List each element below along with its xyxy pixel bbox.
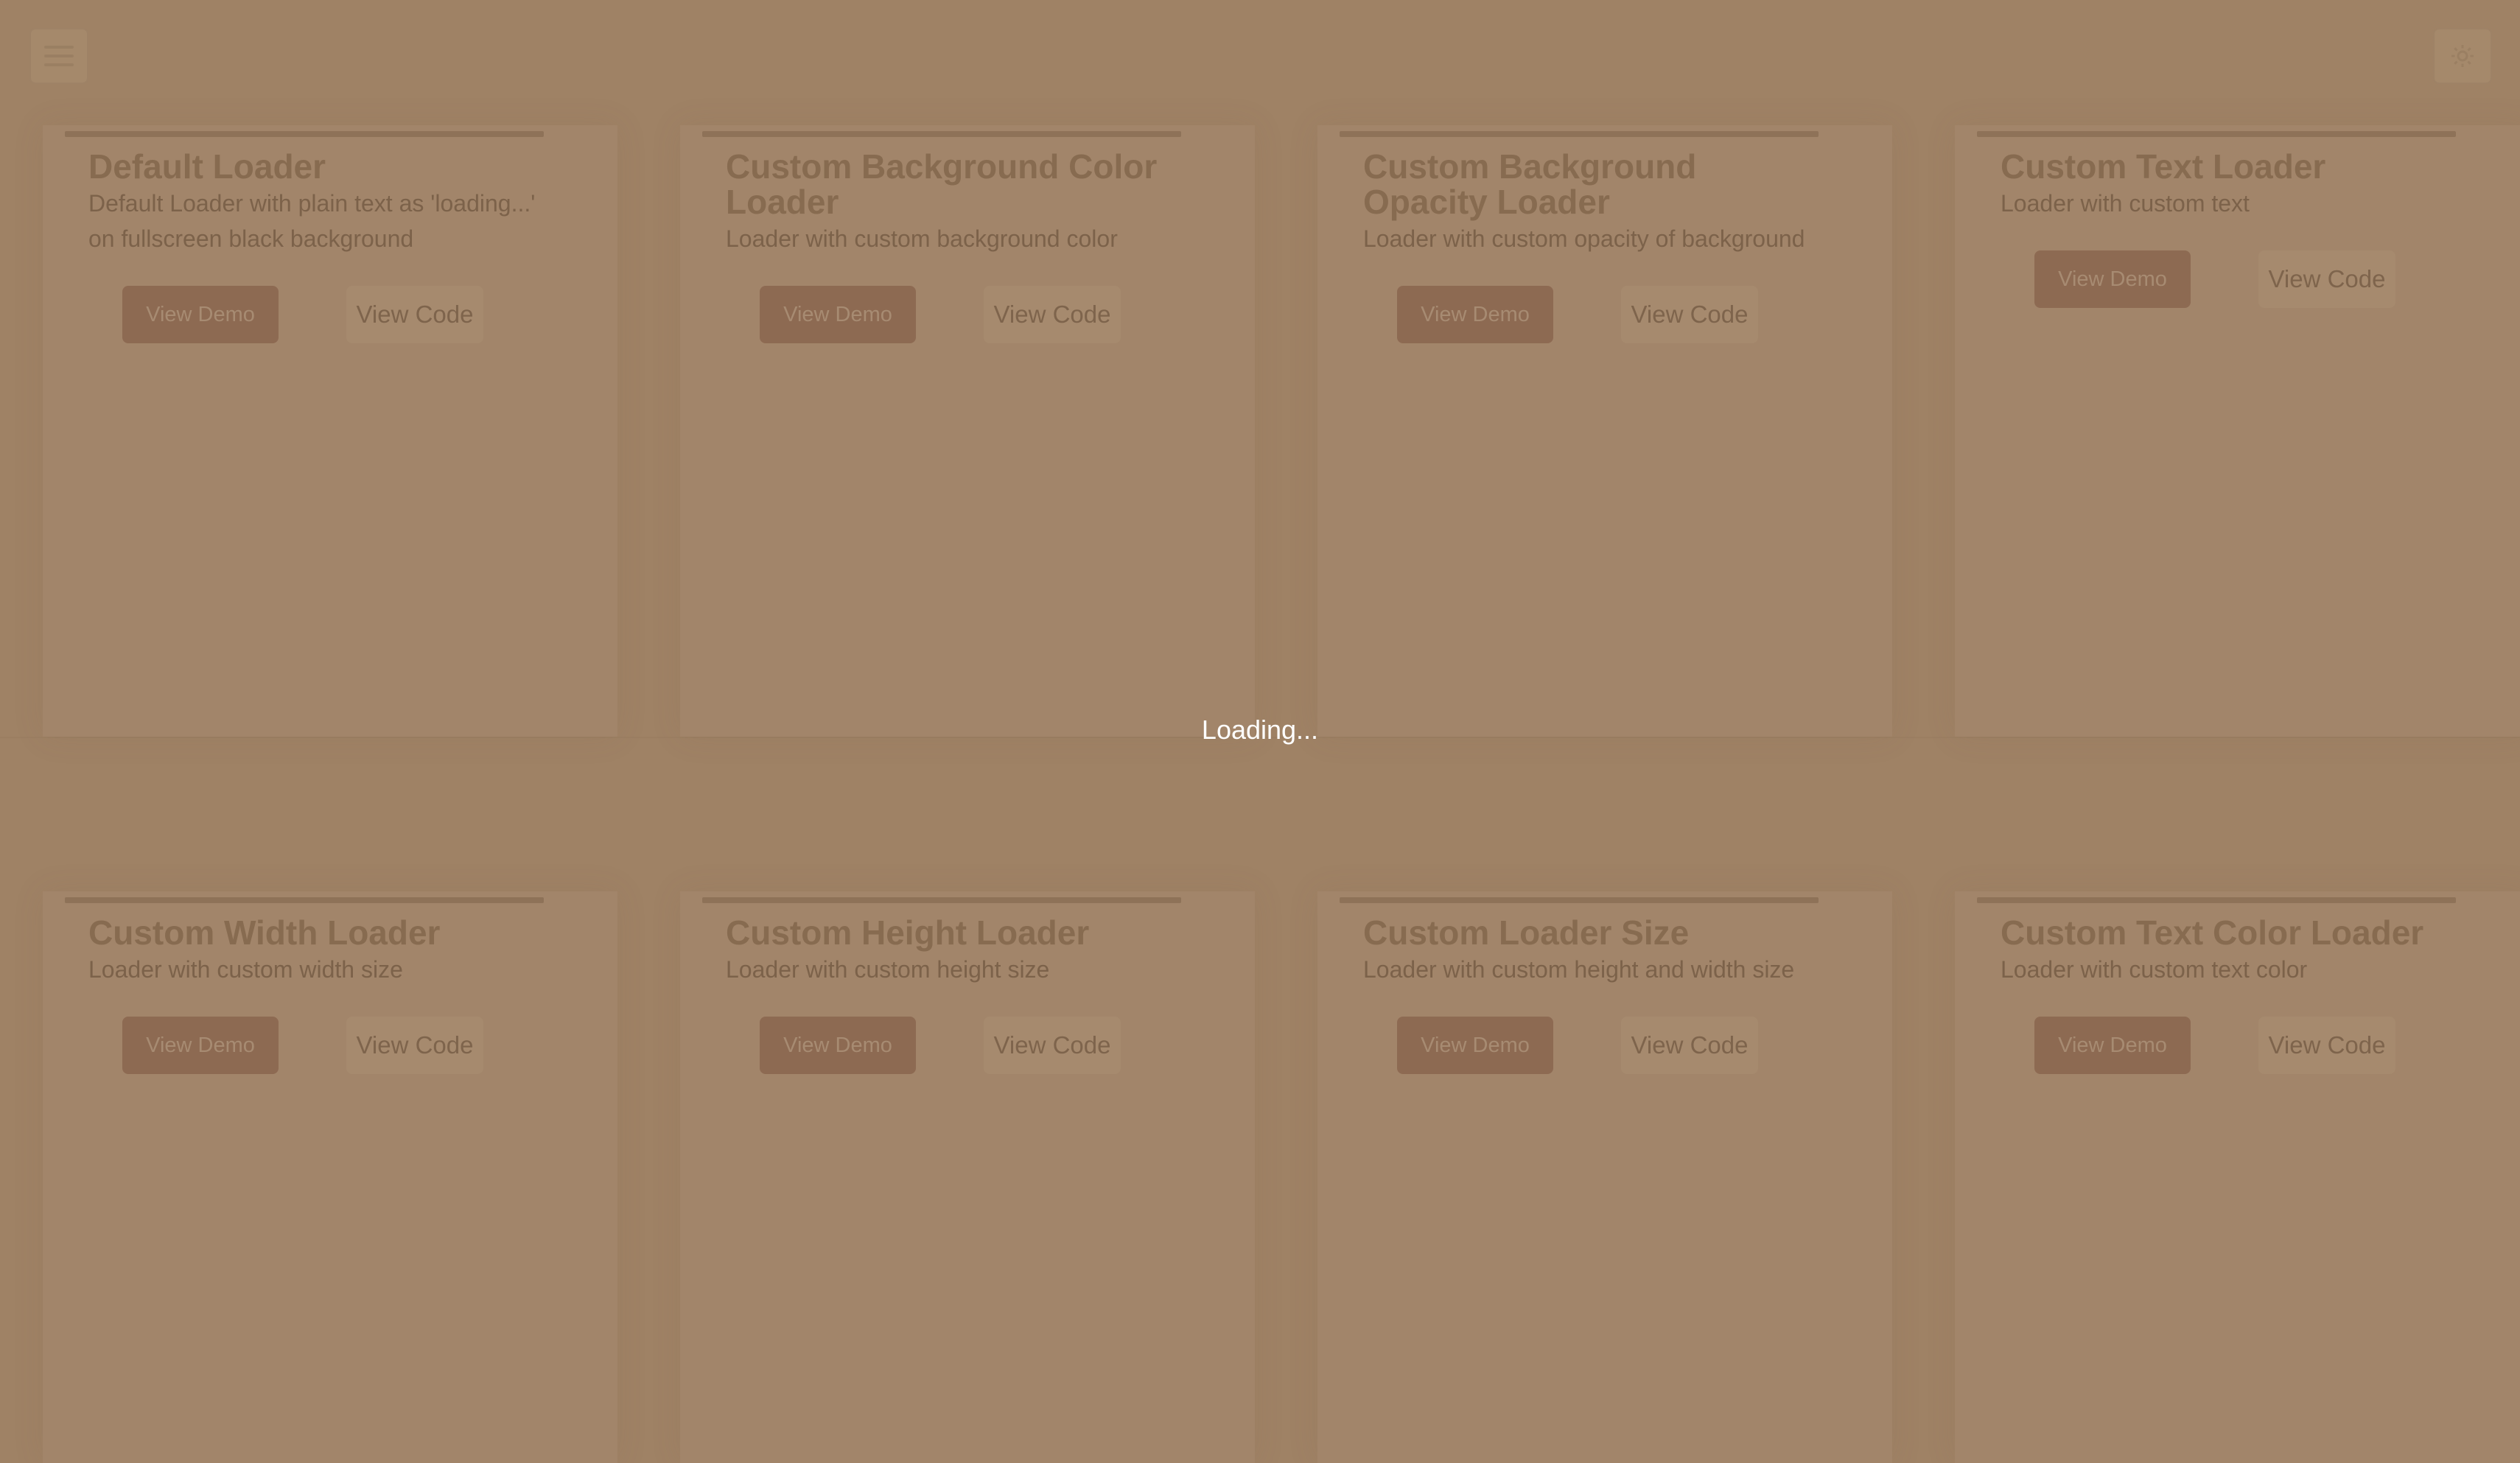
settings-button[interactable] bbox=[2433, 28, 2492, 84]
view-demo-button[interactable]: View Demo bbox=[760, 286, 916, 343]
card-custom-background-color-loader: Custom Background Color Loader Loader wi… bbox=[680, 125, 1255, 737]
card-title: Custom Background Color Loader bbox=[726, 147, 1158, 221]
card-title: Custom Width Loader bbox=[88, 913, 441, 952]
card-title: Custom Loader Size bbox=[1363, 913, 1690, 952]
card-custom-width-loader: Custom Width Loader Loader with custom w… bbox=[43, 891, 617, 1463]
card-actions: View Demo View Code bbox=[2001, 1017, 2457, 1076]
card-description: Loader with custom width size bbox=[88, 956, 403, 983]
card-actions: View Demo View Code bbox=[726, 286, 1183, 345]
card-description: Loader with custom text color bbox=[2001, 956, 2308, 983]
card-description: Loader with custom text bbox=[2001, 190, 2250, 217]
card-custom-text-loader: Custom Text Loader Loader with custom te… bbox=[1955, 125, 2520, 737]
view-code-button[interactable]: View Code bbox=[2258, 250, 2395, 308]
view-demo-button[interactable]: View Demo bbox=[2034, 1017, 2191, 1074]
card-description: Loader with custom background color bbox=[726, 225, 1118, 252]
card-content: Custom Text Loader Loader with custom te… bbox=[2001, 149, 2457, 309]
card-title: Custom Height Loader bbox=[726, 913, 1090, 952]
view-demo-button[interactable]: View Demo bbox=[1397, 286, 1553, 343]
card-accent-line bbox=[1977, 131, 2456, 137]
card-content: Custom Loader Size Loader with custom he… bbox=[1363, 915, 1820, 1076]
card-custom-loader-size: Custom Loader Size Loader with custom he… bbox=[1317, 891, 1892, 1463]
card-actions: View Demo View Code bbox=[726, 1017, 1183, 1076]
view-code-button[interactable]: View Code bbox=[346, 286, 483, 343]
card-accent-line bbox=[702, 131, 1181, 137]
loading-overlay-text: Loading... bbox=[1201, 715, 1319, 745]
view-demo-button[interactable]: View Demo bbox=[1397, 1017, 1553, 1074]
card-title: Default Loader bbox=[88, 147, 326, 186]
card-custom-height-loader: Custom Height Loader Loader with custom … bbox=[680, 891, 1255, 1463]
card-title: Custom Background Opacity Loader bbox=[1363, 147, 1697, 221]
card-title: Custom Text Color Loader bbox=[2001, 913, 2424, 952]
card-actions: View Demo View Code bbox=[88, 1017, 545, 1076]
card-content: Custom Text Color Loader Loader with cus… bbox=[2001, 915, 2457, 1076]
card-accent-line bbox=[65, 897, 544, 903]
card-description: Default Loader with plain text as 'loadi… bbox=[88, 190, 536, 252]
card-custom-text-color-loader: Custom Text Color Loader Loader with cus… bbox=[1955, 891, 2520, 1463]
card-content: Custom Height Loader Loader with custom … bbox=[726, 915, 1183, 1076]
view-demo-button[interactable]: View Demo bbox=[760, 1017, 916, 1074]
card-actions: View Demo View Code bbox=[1363, 286, 1820, 345]
card-accent-line bbox=[1340, 897, 1819, 903]
view-code-button[interactable]: View Code bbox=[984, 286, 1121, 343]
card-accent-line bbox=[702, 897, 1181, 903]
card-content: Custom Background Color Loader Loader wi… bbox=[726, 149, 1183, 345]
card-content: Custom Background Opacity Loader Loader … bbox=[1363, 149, 1820, 345]
card-description: Loader with custom opacity of background bbox=[1363, 225, 1805, 252]
view-code-button[interactable]: View Code bbox=[1621, 1017, 1758, 1074]
card-custom-background-opacity-loader: Custom Background Opacity Loader Loader … bbox=[1317, 125, 1892, 737]
card-content: Custom Width Loader Loader with custom w… bbox=[88, 915, 545, 1076]
card-accent-line bbox=[1977, 897, 2456, 903]
card-title: Custom Text Loader bbox=[2001, 147, 2326, 186]
view-code-button[interactable]: View Code bbox=[1621, 286, 1758, 343]
menu-button[interactable] bbox=[29, 28, 88, 84]
view-demo-button[interactable]: View Demo bbox=[122, 1017, 279, 1074]
card-actions: View Demo View Code bbox=[1363, 1017, 1820, 1076]
card-content: Default Loader Default Loader with plain… bbox=[88, 149, 545, 345]
view-code-button[interactable]: View Code bbox=[346, 1017, 483, 1074]
card-accent-line bbox=[1340, 131, 1819, 137]
card-accent-line bbox=[65, 131, 544, 137]
card-actions: View Demo View Code bbox=[2001, 250, 2457, 309]
view-code-button[interactable]: View Code bbox=[984, 1017, 1121, 1074]
gear-icon bbox=[2451, 45, 2474, 67]
view-demo-button[interactable]: View Demo bbox=[122, 286, 279, 343]
view-code-button[interactable]: View Code bbox=[2258, 1017, 2395, 1074]
view-demo-button[interactable]: View Demo bbox=[2034, 250, 2191, 308]
card-description: Loader with custom height size bbox=[726, 956, 1050, 983]
card-description: Loader with custom height and width size bbox=[1363, 956, 1795, 983]
menu-icon bbox=[44, 46, 74, 66]
card-default-loader: Default Loader Default Loader with plain… bbox=[43, 125, 617, 737]
card-actions: View Demo View Code bbox=[88, 286, 545, 345]
